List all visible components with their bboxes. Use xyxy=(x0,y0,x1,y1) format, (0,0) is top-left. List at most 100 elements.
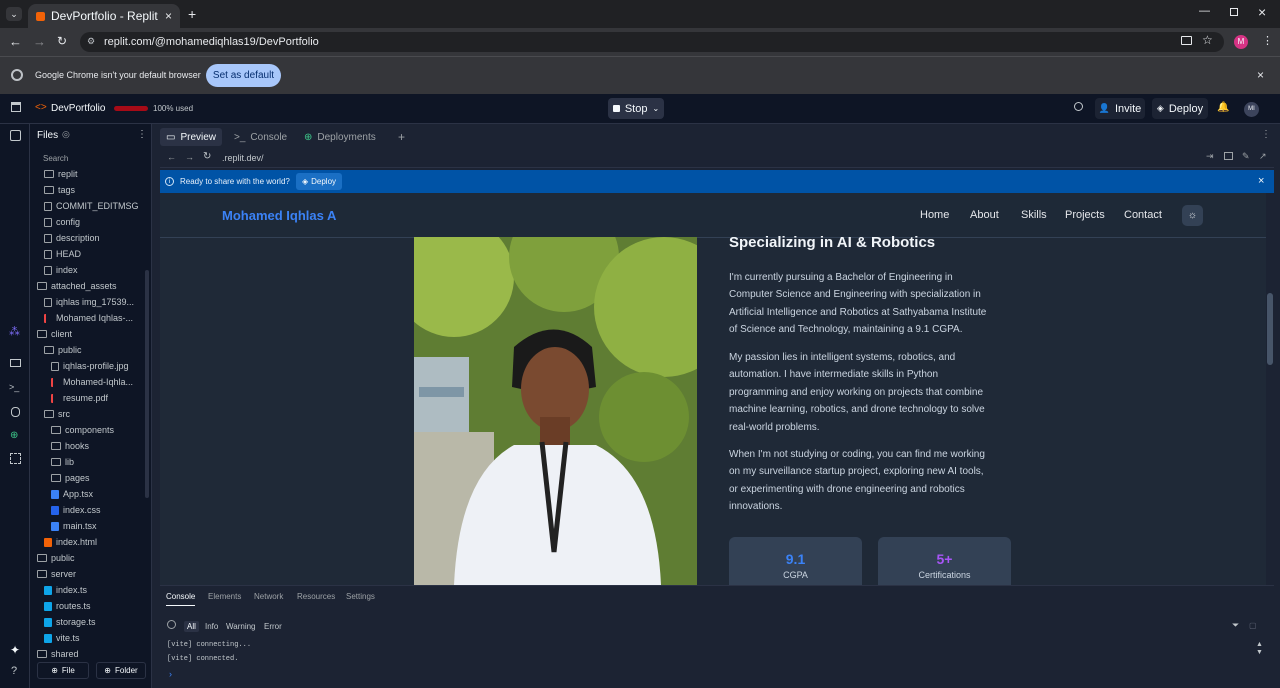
nav-contact[interactable]: Contact xyxy=(1124,209,1162,221)
folder-item[interactable]: shared xyxy=(37,646,79,662)
filter-info[interactable]: Info xyxy=(202,621,221,632)
search-icon[interactable] xyxy=(1074,102,1083,111)
project-name[interactable]: DevPortfolio xyxy=(51,103,105,114)
nav-about[interactable]: About xyxy=(970,209,999,221)
scrollbar-thumb[interactable] xyxy=(1267,293,1273,365)
file-item[interactable]: HEAD xyxy=(44,246,81,262)
devtools-tab-console[interactable]: Console xyxy=(166,592,196,606)
new-folder-button[interactable]: ⊕ Folder xyxy=(96,662,146,679)
tab-console[interactable]: >_ Console xyxy=(228,128,293,146)
shell-tool-icon[interactable]: >_ xyxy=(9,382,19,392)
deployments-tool-icon[interactable]: ⊕ xyxy=(10,430,18,441)
folder-item[interactable]: pages xyxy=(51,470,90,486)
help-icon[interactable]: ? xyxy=(11,665,17,677)
file-item[interactable]: storage.ts xyxy=(44,614,96,630)
url-go-icon[interactable]: ⇥ xyxy=(1206,151,1214,162)
folder-item[interactable]: tags xyxy=(44,182,75,198)
devtools-tab-network[interactable]: Network xyxy=(254,592,283,601)
home-icon[interactable] xyxy=(11,102,21,112)
files-search[interactable]: Search xyxy=(43,154,68,163)
file-item[interactable]: resume.pdf xyxy=(51,390,108,406)
devtools-icon[interactable]: ✎ xyxy=(1242,151,1250,162)
eye-icon[interactable]: ◎ xyxy=(62,129,70,140)
file-tree-scrollbar[interactable] xyxy=(145,270,149,498)
preview-forward-icon[interactable]: → xyxy=(185,152,194,162)
file-item[interactable]: Mohamed-Iqhla... xyxy=(51,374,133,390)
file-item[interactable]: index.html xyxy=(44,534,97,550)
file-item[interactable]: COMMIT_EDITMSG xyxy=(44,198,139,214)
install-app-icon[interactable] xyxy=(1181,36,1192,45)
folder-item[interactable]: server xyxy=(37,566,76,582)
devtools-tab-resources[interactable]: Resources xyxy=(297,592,335,601)
folder-item[interactable]: public xyxy=(44,342,82,358)
theme-toggle-sun-icon[interactable]: ☼ xyxy=(1182,205,1203,226)
file-item[interactable]: App.tsx xyxy=(51,486,93,502)
folder-item[interactable]: replit xyxy=(44,166,78,182)
tab-search-button[interactable]: ⌄ xyxy=(6,7,22,21)
file-item[interactable]: description xyxy=(44,230,100,246)
set-default-button[interactable]: Set as default xyxy=(206,64,281,87)
close-window-button[interactable]: × xyxy=(1258,4,1266,20)
filter-funnel-icon[interactable]: ⏷ xyxy=(1232,620,1239,631)
site-brand[interactable]: Mohamed Iqhlas A xyxy=(222,208,336,223)
close-banner-icon[interactable]: × xyxy=(1258,175,1264,187)
filter-error[interactable]: Error xyxy=(261,621,285,632)
files-tool-icon[interactable] xyxy=(10,130,21,141)
back-arrow-icon[interactable]: ← xyxy=(9,34,22,49)
banner-deploy-button[interactable]: ◈ Deploy xyxy=(296,173,342,190)
file-item[interactable]: Mohamed Iqhlas-... xyxy=(44,310,133,326)
invite-button[interactable]: 👤 Invite xyxy=(1095,98,1145,119)
files-menu-icon[interactable]: ⋮ xyxy=(137,129,147,140)
filter-all[interactable]: All xyxy=(184,621,199,632)
preview-url[interactable]: .replit.dev/ xyxy=(222,153,264,163)
nav-skills[interactable]: Skills xyxy=(1021,209,1047,221)
minimize-button[interactable]: — xyxy=(1199,5,1210,17)
file-item[interactable]: iqhlas-profile.jpg xyxy=(51,358,129,374)
add-tab-button[interactable]: + xyxy=(392,128,411,146)
tab-deployments[interactable]: ⊕ Deployments xyxy=(298,128,382,146)
profile-avatar[interactable]: M xyxy=(1234,35,1248,49)
all-tools-icon[interactable] xyxy=(10,453,21,464)
sparkle-icon[interactable]: ✦ xyxy=(10,643,20,657)
file-item[interactable]: index xyxy=(44,262,78,278)
file-item[interactable]: vite.ts xyxy=(44,630,80,646)
chrome-menu-icon[interactable]: ⋮ xyxy=(1262,34,1273,47)
folder-item[interactable]: hooks xyxy=(51,438,89,454)
folder-item[interactable]: public xyxy=(37,550,75,566)
file-item[interactable]: config xyxy=(44,214,80,230)
maximize-button[interactable] xyxy=(1230,8,1238,16)
browser-tab[interactable]: DevPortfolio - Replit × xyxy=(28,4,180,28)
database-tool-icon[interactable] xyxy=(11,407,20,417)
file-item[interactable]: main.tsx xyxy=(51,518,97,534)
folder-item[interactable]: src xyxy=(44,406,70,422)
preview-reload-icon[interactable]: ↻ xyxy=(203,151,211,162)
folder-item[interactable]: attached_assets xyxy=(37,278,117,294)
filter-warning[interactable]: Warning xyxy=(223,621,259,632)
devtools-tab-settings[interactable]: Settings xyxy=(346,592,375,601)
forward-arrow-icon[interactable]: → xyxy=(33,34,46,49)
file-item[interactable]: routes.ts xyxy=(44,598,91,614)
new-file-button[interactable]: ⊕ File xyxy=(37,662,89,679)
preview-back-icon[interactable]: ← xyxy=(167,152,176,162)
omnibox[interactable]: ⚙ replit.com/@mohamediqhlas19/DevPortfol… xyxy=(80,32,1224,52)
close-infobar-icon[interactable]: × xyxy=(1257,68,1264,82)
devtools-tab-elements[interactable]: Elements xyxy=(208,592,241,601)
tab-preview[interactable]: ▭ Preview xyxy=(160,128,223,146)
console-scroll-arrows-icon[interactable]: ▲ ▼ xyxy=(1256,641,1263,657)
stop-button[interactable]: Stop ⌄ xyxy=(608,98,664,119)
bell-icon[interactable]: 🔔 xyxy=(1217,102,1229,113)
file-item[interactable]: index.ts xyxy=(44,582,87,598)
file-item[interactable]: index.css xyxy=(51,502,101,518)
folder-item[interactable]: components xyxy=(51,422,114,438)
devices-icon[interactable] xyxy=(1224,152,1233,160)
open-new-tab-icon[interactable]: ↗ xyxy=(1259,151,1267,162)
nav-projects[interactable]: Projects xyxy=(1065,209,1105,221)
nav-home[interactable]: Home xyxy=(920,209,949,221)
preview-tool-icon[interactable] xyxy=(10,359,21,367)
deploy-button[interactable]: ◈ Deploy xyxy=(1152,98,1208,119)
new-tab-button[interactable]: + xyxy=(188,6,196,22)
folder-item[interactable]: client xyxy=(37,326,72,342)
console-prompt-icon[interactable]: › xyxy=(169,669,172,679)
close-tab-icon[interactable]: × xyxy=(165,9,172,23)
reload-icon[interactable]: ↻ xyxy=(57,34,67,48)
